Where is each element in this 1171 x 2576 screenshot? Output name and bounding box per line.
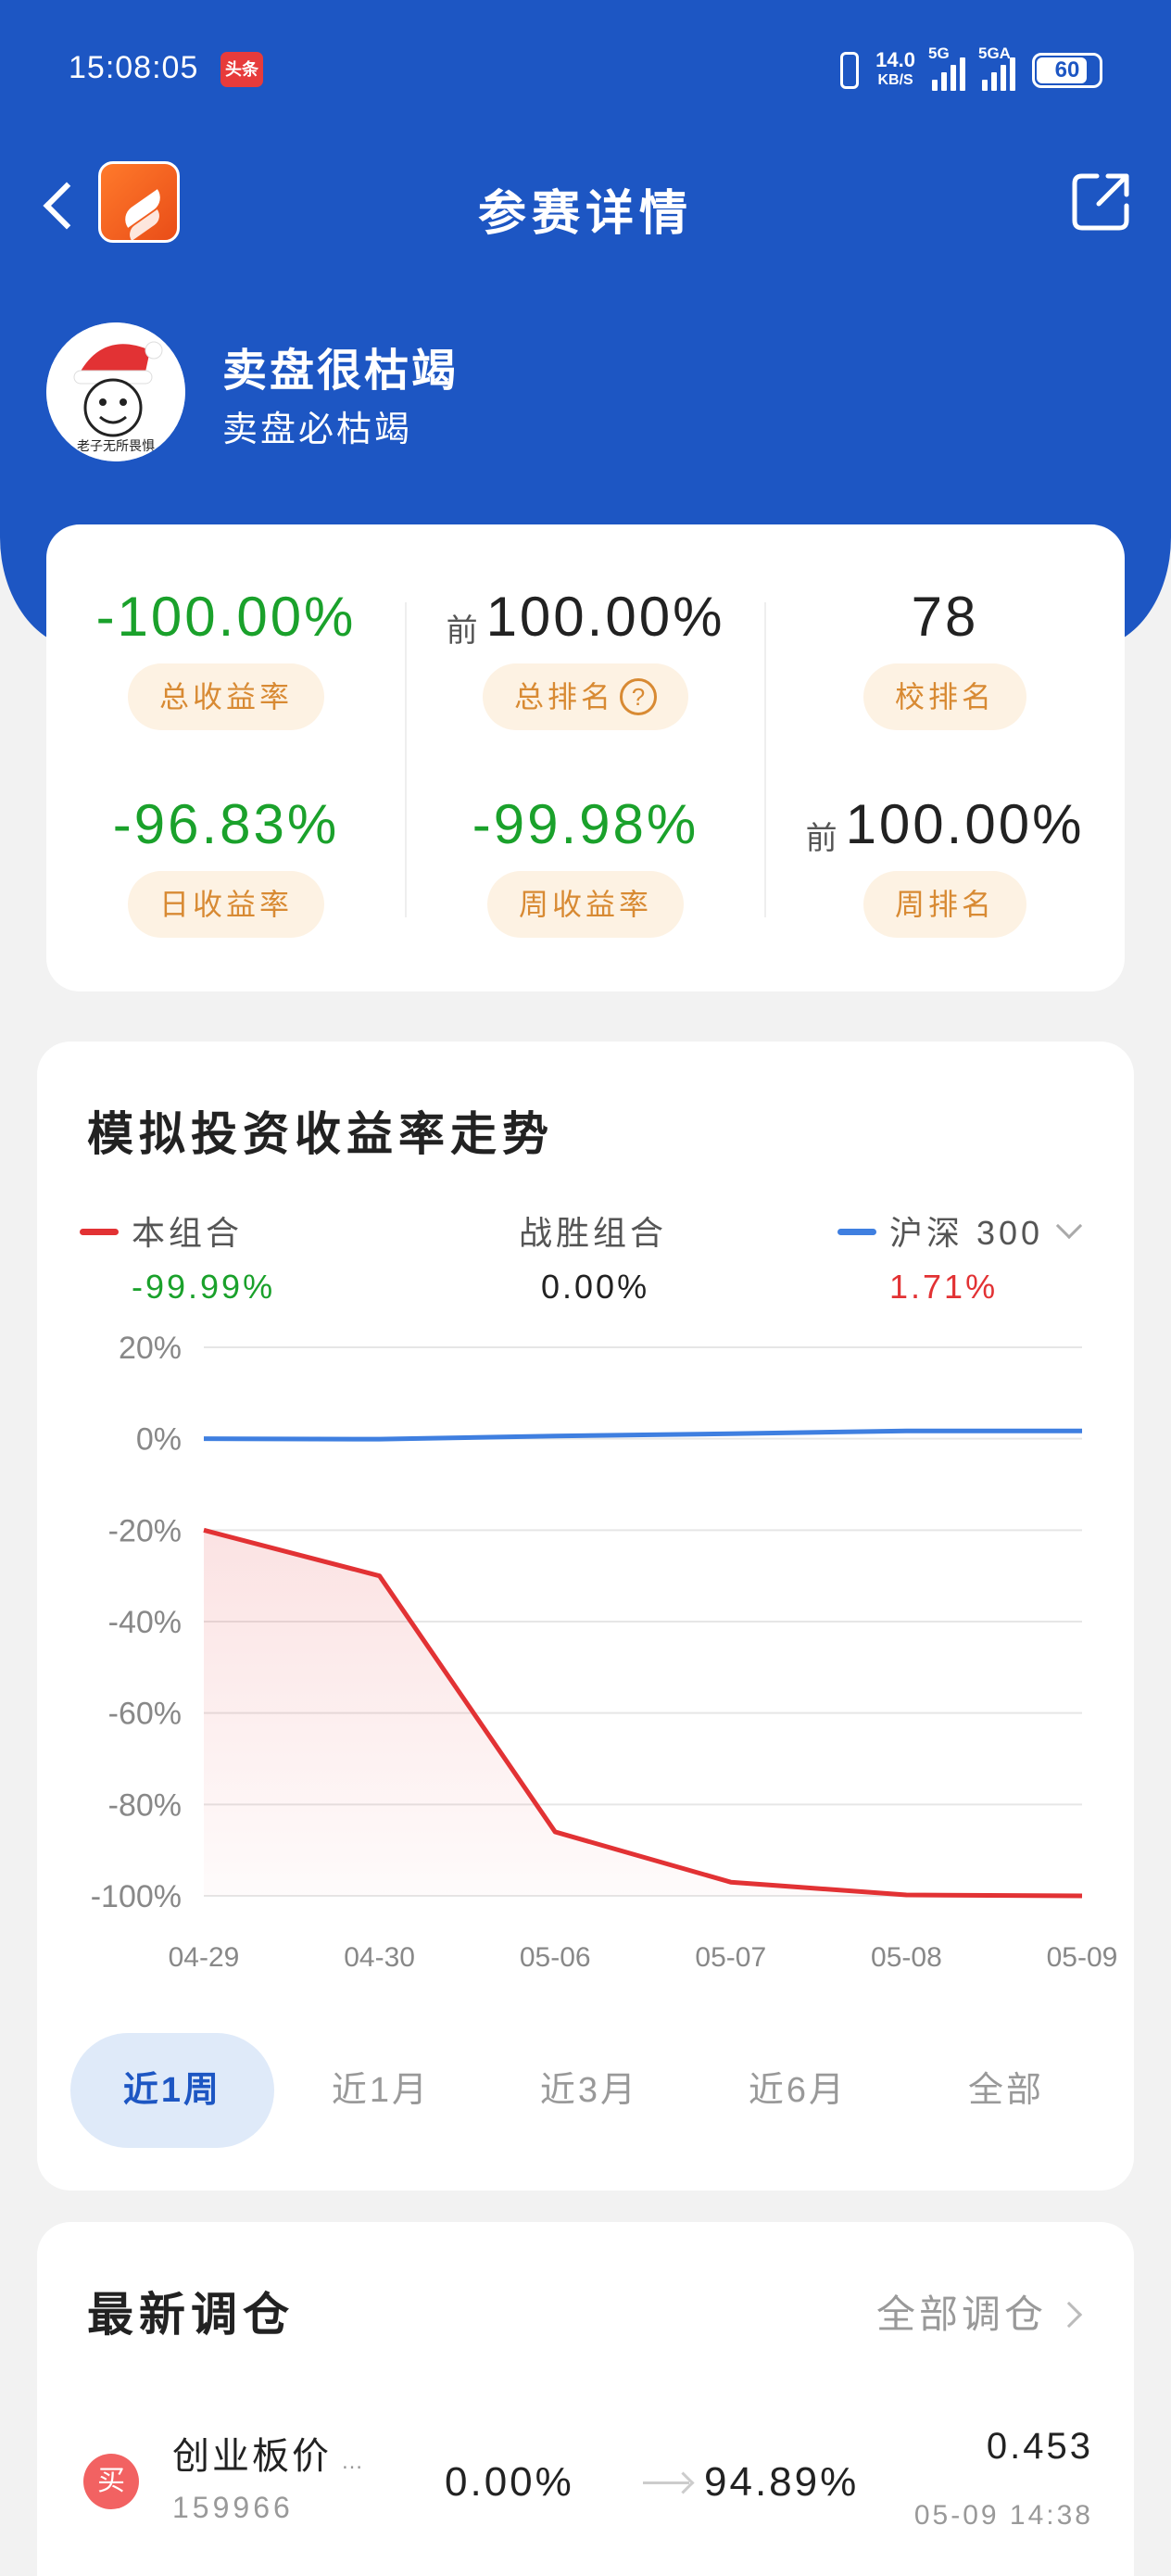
y-tick-label: -20% xyxy=(108,1513,182,1548)
total-rank-label-button[interactable]: 总排名? xyxy=(482,663,688,730)
return-chart-card: 模拟投资收益率走势 本组合 -99.99% 战胜组合 0.00% 沪深 300 … xyxy=(37,1042,1134,2191)
all-trades-label: 全部调仓 xyxy=(875,2292,1047,2336)
network-speed: 14.0 KB/S xyxy=(875,50,915,91)
stat-total-rank: 前 100.00% 总排名? xyxy=(406,580,765,730)
nav-bar: 参赛详情 xyxy=(0,158,1171,250)
range-tab-1w[interactable]: 近1周 xyxy=(70,2033,274,2148)
battery-icon: 60 xyxy=(1032,53,1102,88)
x-tick-label: 05-08 xyxy=(871,1942,942,1973)
legend-swatch xyxy=(837,1229,876,1235)
trade-stock-code: 159966 xyxy=(172,2491,294,2524)
chevron-right-icon xyxy=(1055,2301,1083,2329)
legend-beat: 战胜组合 0.00% xyxy=(519,1206,667,1308)
signal-5g-label: 5G xyxy=(928,44,950,62)
x-tick-label: 05-09 xyxy=(1047,1942,1118,1973)
arrow-right-icon xyxy=(643,2481,689,2484)
legend-index-name: 沪深 300 xyxy=(889,1214,1044,1252)
trade-price: 0.453 xyxy=(986,2426,1093,2467)
signal-5ga-icon: 5GA xyxy=(978,44,1015,91)
y-tick-label: 0% xyxy=(136,1422,182,1458)
stat-label: 总收益率 xyxy=(127,663,324,730)
stats-card: -100.00% 总收益率 前 100.00% 总排名? 78 校排名 -96.8… xyxy=(46,524,1125,991)
range-tab-1m[interactable]: 近1月 xyxy=(279,2033,483,2148)
legend-index-selector[interactable]: 沪深 300 1.71% xyxy=(837,1206,1083,1308)
legend-swatch xyxy=(80,1229,119,1235)
chart-title: 模拟投资收益率走势 xyxy=(87,1108,554,1160)
stat-weekly-rank: 前 100.00% 周排名 xyxy=(765,788,1125,938)
y-tick-label: -60% xyxy=(108,1697,182,1732)
all-trades-link[interactable]: 全部调仓 xyxy=(875,2283,1083,2340)
y-tick-label: -100% xyxy=(91,1879,182,1914)
avatar-image: 老子无所畏惧 xyxy=(46,322,185,461)
range-selector: 近1周 近1月 近3月 近6月 全部 xyxy=(70,2033,1108,2148)
stat-label: 日收益率 xyxy=(127,871,324,938)
network-speed-value: 14.0 xyxy=(875,48,915,71)
avatar-caption: 老子无所畏惧 xyxy=(77,438,155,453)
x-tick-label: 05-06 xyxy=(520,1942,591,1973)
legend-beat-value: 0.00% xyxy=(541,1268,650,1306)
stat-value: 78 xyxy=(911,586,979,648)
trade-weight-to: 94.89% xyxy=(704,2459,860,2505)
help-icon[interactable]: ? xyxy=(620,678,657,715)
chevron-down-icon[interactable] xyxy=(1055,1212,1083,1240)
status-bar: 15:08:05 头条 14.0 KB/S 5G 5GA 60 xyxy=(0,37,1171,102)
stat-value: -100.00% xyxy=(95,586,357,648)
line-chart: 20% 0% -20% -40% -60% -80% -100% 04-29 04-30 05-0… xyxy=(91,1331,1118,1973)
stat-label: 周排名 xyxy=(863,871,1026,938)
trade-weight-from: 0.00% xyxy=(445,2459,574,2505)
y-tick-label: -40% xyxy=(108,1605,182,1640)
stat-daily-return: -96.83% 日收益率 xyxy=(46,788,406,938)
stat-value: -96.83% xyxy=(112,793,340,855)
stat-value: 100.00% xyxy=(845,793,1085,855)
stat-value: 100.00% xyxy=(485,586,725,648)
status-time: 15:08:05 xyxy=(69,50,199,85)
range-tab-3m[interactable]: 近3月 xyxy=(487,2033,691,2148)
status-indicators: 14.0 KB/S 5G 5GA 60 xyxy=(840,43,1102,98)
range-tab-all[interactable]: 全部 xyxy=(904,2033,1108,2148)
toutiao-notification-icon: 头条 xyxy=(220,52,263,87)
user-name: 卖盘很枯竭 xyxy=(222,347,460,396)
y-tick-label: 20% xyxy=(119,1331,182,1366)
stat-label: 总排名 xyxy=(513,680,614,713)
page-title: 参赛详情 xyxy=(477,187,693,241)
buy-badge: 买 xyxy=(83,2454,139,2509)
stat-total-return: -100.00% 总收益率 xyxy=(46,580,406,730)
signal-5g-icon: 5G xyxy=(928,44,965,91)
divider xyxy=(405,602,407,917)
legend-mine-name: 本组合 xyxy=(132,1214,244,1252)
latest-trades-card: 最新调仓 全部调仓 买 创业板价 … 159966 0.00% 94.89% 0.… xyxy=(37,2222,1134,2576)
stat-label: 校排名 xyxy=(863,663,1026,730)
trade-row[interactable]: 买 创业板价 … 159966 0.00% 94.89% 0.453 05-09 … xyxy=(83,2417,1093,2565)
trades-title: 最新调仓 xyxy=(87,2289,295,2341)
stat-weekly-return: -99.98% 周收益率 xyxy=(406,788,765,938)
share-icon[interactable] xyxy=(1069,169,1134,234)
avatar[interactable]: 老子无所畏惧 xyxy=(46,322,185,461)
trade-stock-name: 创业板价 xyxy=(172,2436,332,2477)
legend-mine: 本组合 -99.99% xyxy=(80,1206,275,1308)
range-tab-6m[interactable]: 近6月 xyxy=(696,2033,900,2148)
legend-index-value: 1.71% xyxy=(889,1268,999,1306)
user-subtitle: 卖盘必枯竭 xyxy=(222,410,413,449)
stat-prefix: 前 xyxy=(805,821,840,856)
x-tick-label: 04-29 xyxy=(169,1942,240,1973)
divider xyxy=(764,602,766,917)
trade-time: 05-09 14:38 xyxy=(913,2500,1093,2531)
x-tick-label: 04-30 xyxy=(344,1942,415,1973)
legend-mine-value: -99.99% xyxy=(132,1268,276,1306)
trade-name-ellipsis: … xyxy=(341,2449,366,2474)
stat-label: 周收益率 xyxy=(486,871,684,938)
stat-value: -99.98% xyxy=(472,793,699,855)
stat-prefix: 前 xyxy=(446,613,481,649)
vibrate-icon xyxy=(840,52,860,89)
signal-5ga-label: 5GA xyxy=(978,44,1011,62)
stat-school-rank: 78 校排名 xyxy=(765,580,1125,730)
y-tick-label: -80% xyxy=(108,1787,182,1823)
battery-level: 60 xyxy=(1054,57,1080,82)
network-speed-unit: KB/S xyxy=(877,72,913,88)
x-tick-label: 05-07 xyxy=(695,1942,766,1973)
legend-beat-name: 战胜组合 xyxy=(519,1214,668,1252)
